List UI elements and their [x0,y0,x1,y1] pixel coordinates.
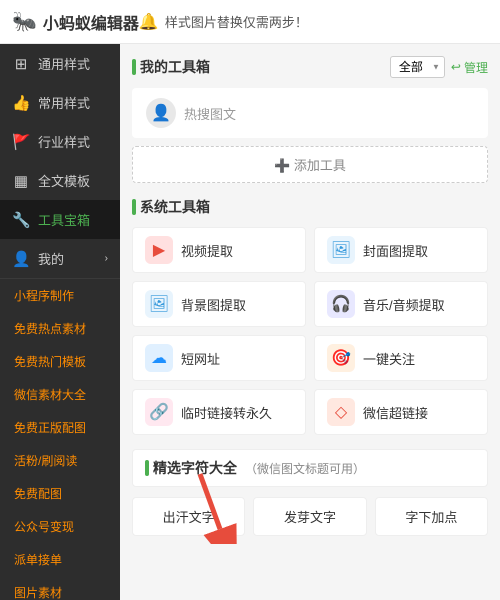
toolbox-select[interactable]: 全部 [390,56,445,78]
toolbox-controls: 全部 ↩ 管理 [390,56,488,78]
bg-extract-icon: 🖼 [145,290,173,318]
hot-search-user-icon: 👤 [151,103,171,123]
logo-icon: 🐜 [12,9,37,34]
sidebar-item-toolbox[interactable]: 🔧 工具宝箱 [0,200,120,239]
sidebar-label-full-template: 全文模板 [38,171,90,190]
content-area: 我的工具箱 全部 ↩ 管理 👤 热搜图文 ➕ 添加工具 系统工具箱 [120,44,500,600]
add-tool-button[interactable]: ➕ 添加工具 [132,146,488,183]
notice-icon: 🔔 [139,12,159,32]
sidebar-subitem-free-img[interactable]: 免费配图 [0,477,120,510]
one-follow-label: 一键关注 [363,349,415,368]
logo-text: 小蚂蚁编辑器 [43,10,139,34]
wechat-link-icon: ◇ [327,398,355,426]
mine-arrow-icon: › [105,253,108,264]
logo: 🐜 小蚂蚁编辑器 [12,9,139,34]
sidebar-label-industry-style: 行业样式 [38,132,90,151]
short-url-label: 短网址 [181,349,220,368]
temp-link-icon: 🔗 [145,398,173,426]
video-extract-icon: ▶ [145,236,173,264]
notice-text: 样式图片替换仅需两步！ [165,12,308,31]
cover-extract-icon: 🖼 [327,236,355,264]
wechat-link-label: 微信超链接 [363,403,428,422]
tool-item-video[interactable]: ▶ 视频提取 [132,227,306,273]
manage-button[interactable]: ↩ 管理 [451,59,488,76]
featured-title-text: 精选字符大全 [153,458,237,478]
sidebar-item-full-template[interactable]: ▦ 全文模板 [0,161,120,200]
tool-item-wechat-link[interactable]: ◇ 微信超链接 [314,389,488,435]
one-follow-icon: 🎯 [327,344,355,372]
sidebar: ⊞ 通用样式 👍 常用样式 🚩 行业样式 ▦ 全文模板 🔧 工具宝箱 👤 我 [0,44,120,600]
tool-item-bg[interactable]: 🖼 背景图提取 [132,281,306,327]
my-toolbox-title: 我的工具箱 [132,57,210,77]
sidebar-nav-section: ⊞ 通用样式 👍 常用样式 🚩 行业样式 ▦ 全文模板 🔧 工具宝箱 👤 我 [0,44,120,279]
mine-icon: 👤 [12,250,30,268]
manage-label: 管理 [464,59,488,76]
sidebar-item-industry-style[interactable]: 🚩 行业样式 [0,122,120,161]
sidebar-label-mine: 我的 [38,249,64,268]
tool-item-cover[interactable]: 🖼 封面图提取 [314,227,488,273]
featured-chars-subtitle: （微信图文标题可用） [245,460,365,477]
music-extract-label: 音乐/音频提取 [363,295,445,314]
sidebar-item-frequent-style[interactable]: 👍 常用样式 [0,83,120,122]
bg-extract-label: 背景图提取 [181,295,246,314]
sidebar-subitem-fans[interactable]: 活粉/刷阅读 [0,444,120,477]
tool-grid: ▶ 视频提取 🖼 封面图提取 🖼 背景图提取 🎧 音乐/音频提取 ☁ 短网址 🎯 [132,227,488,435]
frequent-style-icon: 👍 [12,94,30,112]
toolbox-icon: 🔧 [12,211,30,229]
sidebar-subitem-order[interactable]: 派单接单 [0,543,120,576]
topbar: 🐜 小蚂蚁编辑器 🔔 样式图片替换仅需两步！ [0,0,500,44]
char-btn-sprout[interactable]: 发芽文字 [253,497,366,536]
music-extract-icon: 🎧 [327,290,355,318]
hot-search-label: 热搜图文 [184,104,236,123]
sidebar-subitem-hot-material[interactable]: 免费热点素材 [0,312,120,345]
tool-item-short-url[interactable]: ☁ 短网址 [132,335,306,381]
sidebar-item-common-style[interactable]: ⊞ 通用样式 [0,44,120,83]
featured-chars-section: 精选字符大全 （微信图文标题可用） 出汗文字 发芽文字 字下加点 [132,449,488,536]
sys-toolbox-title: 系统工具箱 [132,197,488,217]
char-btn-row: 出汗文字 发芽文字 字下加点 [132,497,488,536]
sidebar-item-mine[interactable]: 👤 我的 › [0,239,120,278]
featured-chars-title: 精选字符大全 （微信图文标题可用） [132,449,488,487]
full-template-icon: ▦ [12,172,30,190]
char-btn-sweat[interactable]: 出汗文字 [132,497,245,536]
my-toolbox-header: 我的工具箱 全部 ↩ 管理 [132,56,488,78]
sidebar-subitem-hot-template[interactable]: 免费热门模板 [0,345,120,378]
common-style-icon: ⊞ [12,55,30,73]
sidebar-label-toolbox: 工具宝箱 [38,210,90,229]
toolbox-select-wrapper[interactable]: 全部 [390,56,445,78]
video-extract-label: 视频提取 [181,241,233,260]
sidebar-subitem-monetize[interactable]: 公众号变现 [0,510,120,543]
hot-search-icon: 👤 [146,98,176,128]
tool-item-one-follow[interactable]: 🎯 一键关注 [314,335,488,381]
manage-icon: ↩ [451,60,461,74]
sidebar-label-common-style: 通用样式 [38,54,90,73]
sidebar-submenu-section: 小程序制作 免费热点素材 免费热门模板 微信素材大全 免费正版配图 活粉/刷阅读… [0,279,120,600]
main-layout: ⊞ 通用样式 👍 常用样式 🚩 行业样式 ▦ 全文模板 🔧 工具宝箱 👤 我 [0,44,500,600]
cover-extract-label: 封面图提取 [363,241,428,260]
industry-style-icon: 🚩 [12,133,30,151]
tool-item-music[interactable]: 🎧 音乐/音频提取 [314,281,488,327]
sidebar-subitem-free-image[interactable]: 免费正版配图 [0,411,120,444]
hot-search-box[interactable]: 👤 热搜图文 [132,88,488,138]
char-btn-underline[interactable]: 字下加点 [375,497,488,536]
sidebar-subitem-wechat-material[interactable]: 微信素材大全 [0,378,120,411]
sidebar-subitem-miniapp[interactable]: 小程序制作 [0,279,120,312]
sidebar-label-frequent-style: 常用样式 [38,93,90,112]
short-url-icon: ☁ [145,344,173,372]
topbar-notice: 🔔 样式图片替换仅需两步！ [139,12,308,32]
tool-item-temp-link[interactable]: 🔗 临时链接转永久 [132,389,306,435]
sidebar-subitem-image-material[interactable]: 图片素材 [0,576,120,600]
temp-link-label: 临时链接转永久 [181,403,272,422]
